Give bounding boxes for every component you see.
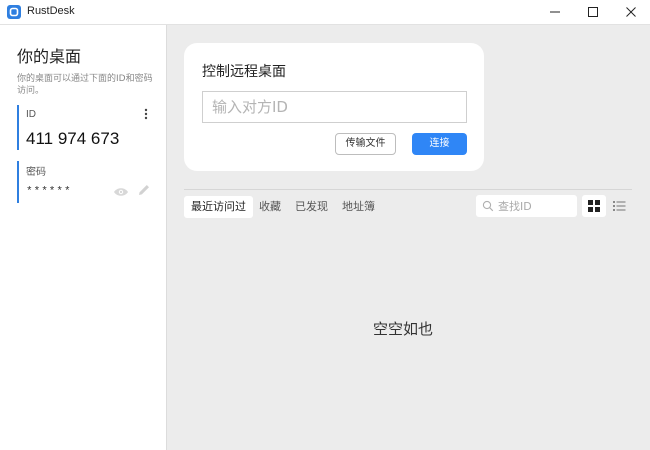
control-remote-title: 控制远程桌面 [202,64,286,80]
remote-id-input[interactable] [202,91,467,123]
maximize-button[interactable] [574,0,612,25]
eye-icon [114,188,128,196]
password-label: 密码 [26,167,46,178]
show-password-button[interactable] [113,184,129,198]
minimize-icon [550,11,560,13]
control-remote-card: 控制远程桌面 传输文件 连接 [184,43,484,171]
close-button[interactable] [612,0,650,25]
more-vertical-icon [144,108,148,120]
id-value[interactable]: 411 974 673 [26,129,119,149]
title-bar: RustDesk [0,0,650,25]
your-desktop-title: 你的桌面 [17,47,82,66]
list-view-button[interactable] [610,195,630,217]
id-section: ID 411 974 673 [17,105,157,150]
id-label: ID [26,109,36,120]
password-value[interactable]: ****** [26,186,72,198]
tab-discovered[interactable]: 已发现 [295,196,328,218]
grid-view-icon [588,200,600,212]
your-desktop-subtitle: 你的桌面可以通过下面的ID和密码访问。 [17,74,153,96]
maximize-icon [588,7,598,17]
list-view-icon [613,201,626,211]
search-input[interactable] [498,197,573,215]
tab-address-book[interactable]: 地址簿 [342,196,375,218]
close-icon [626,7,636,17]
tab-recent[interactable]: 最近访问过 [184,196,253,218]
connect-button[interactable]: 连接 [412,133,467,155]
search-box[interactable] [476,195,577,217]
window-title: RustDesk [27,5,75,17]
id-menu-button[interactable] [140,107,152,121]
left-panel: 你的桌面 你的桌面可以通过下面的ID和密码访问。 ID 411 974 673 … [0,25,167,450]
app-logo-icon [7,5,21,19]
minimize-button[interactable] [536,0,574,25]
edit-icon [139,185,149,195]
divider [184,189,632,190]
password-section: 密码 ****** [17,161,157,203]
transfer-file-button[interactable]: 传输文件 [335,133,396,155]
tab-favorites[interactable]: 收藏 [259,196,281,218]
edit-password-button[interactable] [136,182,152,198]
search-icon [482,200,494,212]
grid-view-button[interactable] [582,195,606,217]
empty-state-message: 空空如也 [373,320,434,338]
